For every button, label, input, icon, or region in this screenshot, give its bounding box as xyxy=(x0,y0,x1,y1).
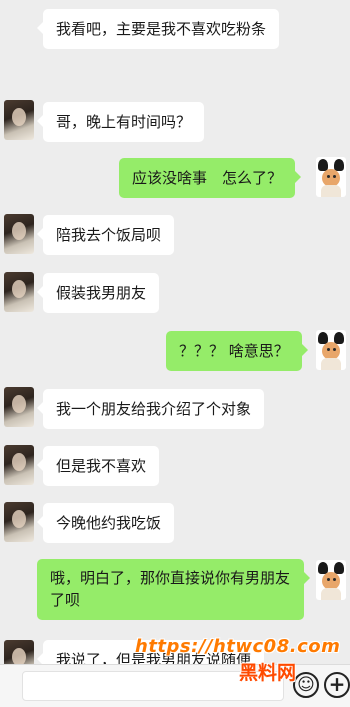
message-bubble-2[interactable]: 应该没啥事 怎么了？ xyxy=(119,158,302,198)
message-bubble-3[interactable]: 陪我去个饭局呗 xyxy=(36,215,175,255)
friend-avatar[interactable] xyxy=(4,100,34,140)
friend-avatar[interactable] xyxy=(4,502,34,542)
input-bar: ☺ + xyxy=(0,664,350,707)
message-bubble-5[interactable]: ？？？ 啥意思？ xyxy=(166,331,308,371)
me-avatar[interactable] xyxy=(316,330,346,370)
message-bubble-6[interactable]: 我一个朋友给我介绍了个对象 xyxy=(36,389,265,429)
message-bubble-7[interactable]: 但是我不喜欢 xyxy=(36,446,160,486)
message-bubble-0[interactable]: 我看吧，主要是我不喜欢吃粉条 xyxy=(36,9,280,49)
me-avatar[interactable] xyxy=(316,560,346,600)
friend-avatar[interactable] xyxy=(4,214,34,254)
message-bubble-4[interactable]: 假装我男朋友 xyxy=(36,273,160,313)
plus-icon[interactable]: + xyxy=(324,672,350,698)
friend-avatar[interactable] xyxy=(4,272,34,312)
friend-avatar[interactable] xyxy=(4,640,34,664)
watermark-url: https://htwc08.com xyxy=(135,636,341,657)
watermark-name: 黑料网 xyxy=(239,662,297,684)
friend-avatar[interactable] xyxy=(4,387,34,427)
me-avatar[interactable] xyxy=(316,157,346,197)
message-bubble-8[interactable]: 今晚他约我吃饭 xyxy=(36,503,175,543)
message-bubble-9[interactable]: 哦，明白了，那你直接说你有男朋友了呗 xyxy=(37,559,310,620)
friend-avatar[interactable] xyxy=(4,445,34,485)
smile-icon[interactable]: ☺ xyxy=(293,672,319,698)
message-bubble-1[interactable]: 哥，晚上有时间吗？ xyxy=(36,102,205,142)
